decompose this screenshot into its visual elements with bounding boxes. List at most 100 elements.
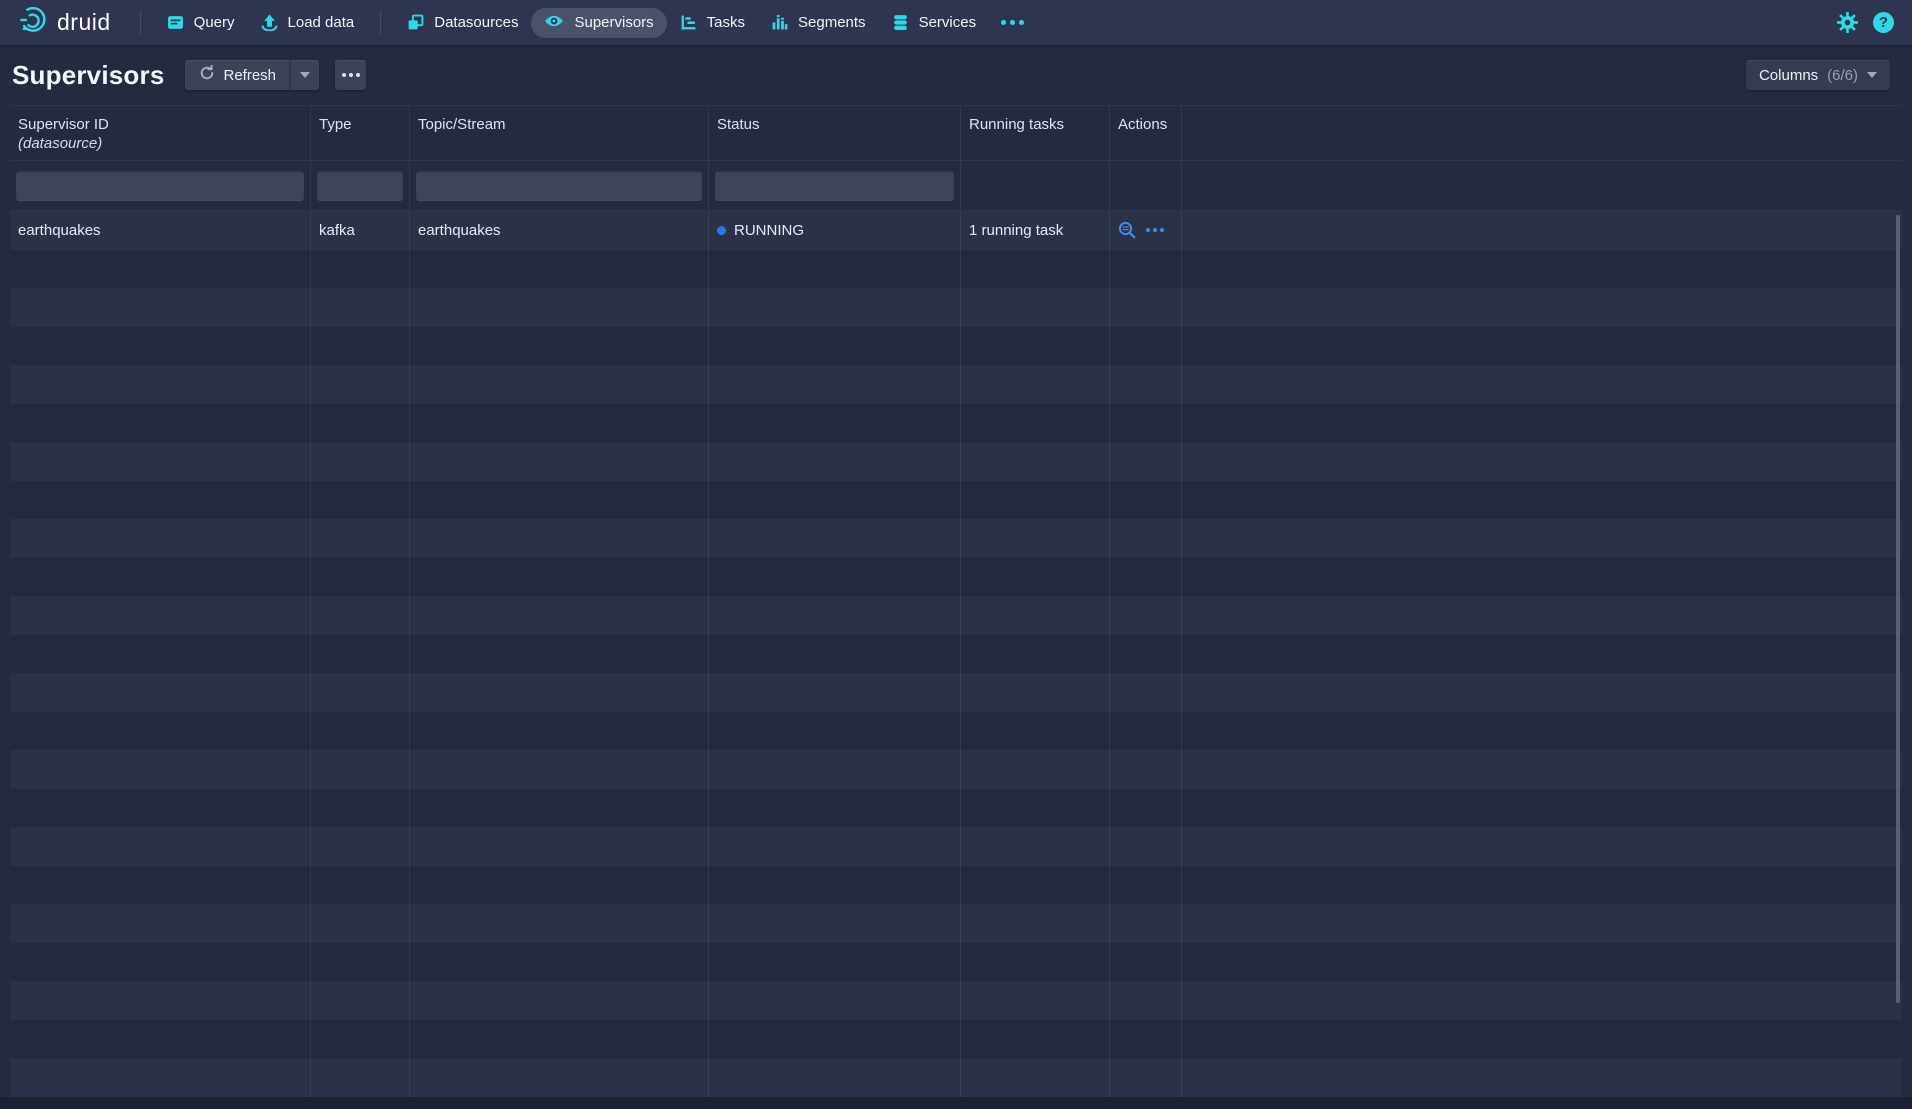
more-dot [1010, 20, 1015, 25]
header-more-button[interactable] [335, 60, 366, 90]
nav-item-label: Supervisors [574, 14, 653, 31]
empty-cell [1110, 481, 1182, 520]
empty-cell [961, 327, 1110, 366]
column-header-running-tasks[interactable]: Running tasks [961, 106, 1110, 160]
running-tasks-cell[interactable]: 1 running task [961, 211, 1110, 250]
help-icon[interactable]: ? [1873, 12, 1894, 33]
empty-cell [10, 288, 311, 327]
empty-cell [1110, 1020, 1182, 1059]
empty-cell [311, 596, 410, 635]
columns-dropdown-button[interactable]: Columns (6/6) [1746, 60, 1890, 90]
empty-cell [709, 596, 961, 635]
status-filter-input[interactable] [715, 171, 954, 201]
empty-cell [410, 673, 709, 712]
topic-stream-cell[interactable]: earthquakes [410, 211, 709, 250]
empty-table-row [10, 404, 1902, 443]
column-header-type[interactable]: Type [311, 106, 410, 160]
load-data-icon [261, 14, 278, 31]
refresh-button[interactable]: Refresh [185, 60, 291, 90]
column-header-actions[interactable]: Actions [1110, 106, 1182, 160]
supervisor-id-cell[interactable]: earthquakes [10, 211, 311, 250]
druid-logo[interactable]: druid [18, 5, 111, 40]
empty-cell [10, 750, 311, 789]
empty-cell [1182, 596, 1902, 635]
nav-item-services[interactable]: Services [879, 8, 990, 38]
more-dot [349, 73, 353, 77]
empty-cell [709, 288, 961, 327]
empty-cell [311, 558, 410, 597]
segments-icon [771, 14, 788, 31]
empty-cell [961, 558, 1110, 597]
table-filter-row [10, 161, 1902, 211]
empty-cell [311, 712, 410, 751]
empty-table-row [10, 442, 1902, 481]
empty-cell [311, 789, 410, 828]
supervisor-id-filter-input[interactable] [16, 171, 304, 201]
empty-cell [311, 943, 410, 982]
column-header-topic-stream[interactable]: Topic/Stream [410, 106, 709, 160]
nav-item-datasources[interactable]: Datasources [394, 8, 531, 38]
tasks-icon [680, 14, 697, 31]
column-header-status[interactable]: Status [709, 106, 961, 160]
status-cell[interactable]: RUNNING [709, 211, 961, 250]
topic-stream-filter-input[interactable] [416, 171, 702, 201]
empty-cell [709, 943, 961, 982]
nav-item-label: Services [919, 14, 977, 31]
empty-cell [10, 981, 311, 1020]
nav-item-query[interactable]: Query [154, 8, 248, 38]
empty-cell [311, 481, 410, 520]
nav-item-load-data[interactable]: Load data [248, 8, 368, 38]
empty-cell [311, 404, 410, 443]
empty-cell [1110, 904, 1182, 943]
refresh-interval-caret-button[interactable] [290, 60, 319, 90]
empty-cell [1182, 404, 1902, 443]
type-cell[interactable]: kafka [311, 211, 410, 250]
empty-cell [1110, 519, 1182, 558]
columns-label: Columns [1759, 67, 1818, 84]
empty-cell [1110, 827, 1182, 866]
empty-table-row [10, 250, 1902, 289]
empty-cell [10, 327, 311, 366]
empty-cell [709, 789, 961, 828]
nav-item-tasks[interactable]: Tasks [667, 8, 758, 38]
empty-cell [1110, 442, 1182, 481]
supervisor-table-row[interactable]: earthquakes kafka earthquakes RUNNING 1 … [10, 211, 1902, 250]
vertical-scrollbar[interactable] [1896, 215, 1900, 1003]
row-actions-more-icon[interactable] [1146, 228, 1164, 232]
empty-cell [1182, 750, 1902, 789]
nav-divider [380, 11, 381, 35]
empty-cell [709, 404, 961, 443]
nav-item-segments[interactable]: Segments [758, 8, 879, 38]
empty-cell [961, 442, 1110, 481]
empty-cell [961, 827, 1110, 866]
column-header-supervisor-id[interactable]: Supervisor ID (datasource) [10, 106, 311, 160]
empty-cell [709, 327, 961, 366]
table-header-row: Supervisor ID (datasource) Type Topic/St… [10, 105, 1902, 161]
empty-cell [961, 404, 1110, 443]
empty-cell [1110, 596, 1182, 635]
settings-gear-icon[interactable] [1837, 12, 1858, 33]
empty-cell [1110, 789, 1182, 828]
nav-more-menu[interactable] [989, 8, 1036, 38]
empty-table-row [10, 481, 1902, 520]
type-filter-input[interactable] [317, 171, 403, 201]
empty-cell [709, 750, 961, 789]
empty-cell [10, 827, 311, 866]
empty-cell [1182, 1058, 1902, 1097]
empty-table-row [10, 673, 1902, 712]
actions-cell [1110, 211, 1182, 250]
empty-table-row [10, 789, 1902, 828]
magnify-details-icon[interactable] [1118, 221, 1136, 239]
nav-item-supervisors[interactable]: Supervisors [531, 8, 666, 38]
empty-cell [410, 404, 709, 443]
empty-table-row [10, 750, 1902, 789]
nav-item-label: Load data [288, 14, 355, 31]
empty-cell [311, 288, 410, 327]
supervisors-table: Supervisor ID (datasource) Type Topic/St… [10, 105, 1902, 1097]
query-icon [167, 14, 184, 31]
empty-cell [311, 673, 410, 712]
empty-cell [1110, 250, 1182, 289]
filter-cell [410, 161, 709, 210]
empty-cell [1182, 866, 1902, 905]
column-header-label: Running tasks [969, 116, 1064, 133]
